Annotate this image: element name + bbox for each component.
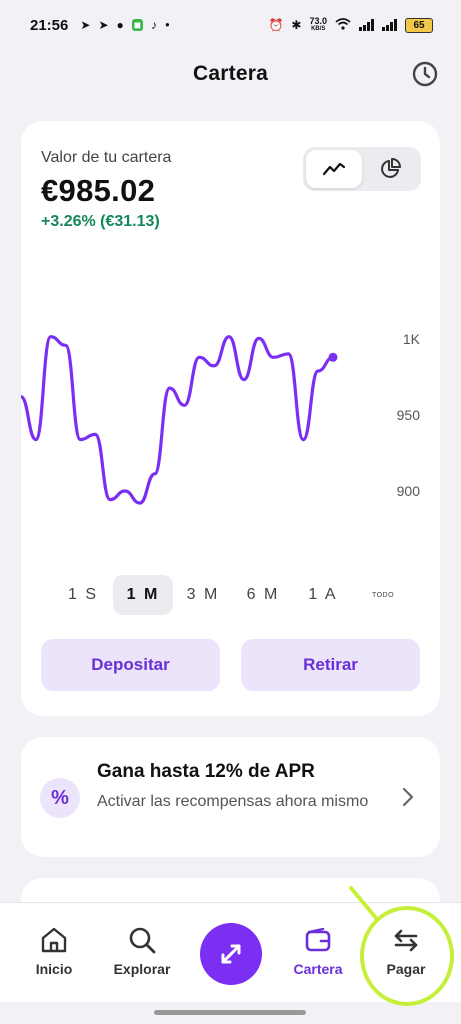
pie-chart-icon	[381, 158, 401, 178]
y-tick-label: 950	[396, 407, 420, 423]
period-3m[interactable]: 3 M	[173, 575, 233, 615]
network-speed: 73.0 KB/S	[309, 17, 327, 33]
telegram-icon: ➤	[80, 18, 91, 32]
nav-home[interactable]: Inicio	[14, 925, 94, 977]
percent-icon: %	[40, 778, 80, 818]
period-1a[interactable]: 1 A	[293, 575, 353, 615]
more-dot-icon: ●	[165, 20, 170, 29]
apr-promo-title: Gana hasta 12% de APR	[97, 761, 315, 782]
home-icon	[41, 927, 67, 953]
period-6m[interactable]: 6 M	[233, 575, 293, 615]
chart-last-point	[328, 352, 338, 362]
withdraw-button[interactable]: Retirar	[241, 639, 420, 691]
deposit-button[interactable]: Depositar	[41, 639, 220, 691]
signal-icon	[382, 19, 397, 31]
page-title: Cartera	[193, 62, 268, 85]
network-speed-unit: KB/S	[311, 26, 326, 32]
page-header: Cartera	[0, 50, 461, 98]
chart-series-line	[21, 335, 335, 505]
network-speed-value: 73.0	[309, 16, 327, 26]
transfer-arrows-icon	[394, 929, 418, 952]
bluetooth-icon: ✱	[291, 18, 302, 32]
status-right: ⏰ ✱ 73.0 KB/S 65	[268, 17, 433, 33]
nav-portfolio-label: Cartera	[293, 961, 343, 977]
apr-promo-subtitle: Activar las recompensas ahora mismo	[97, 793, 369, 810]
swap-button[interactable]	[200, 923, 262, 985]
home-indicator	[154, 1010, 306, 1015]
portfolio-change: +3.26% (€31.13)	[41, 213, 160, 230]
wallet-icon	[305, 927, 331, 952]
alarm-icon: ⏰	[268, 18, 284, 32]
chart-view-toggle	[303, 147, 421, 191]
line-chart-icon	[322, 162, 346, 176]
portfolio-value-label: Valor de tu cartera	[41, 149, 172, 166]
period-all[interactable]: TODO	[353, 575, 413, 615]
portfolio-line-chart	[21, 335, 338, 505]
period-selector: 1 S 1 M 3 M 6 M 1 A TODO	[53, 575, 413, 615]
telegram-icon: ➤	[98, 18, 109, 32]
y-tick-label: 1K	[402, 331, 420, 347]
search-icon	[129, 927, 156, 954]
status-left: 21:56 ➤ ➤ ● ■ ♪ ●	[30, 17, 170, 34]
period-1m[interactable]: 1 M	[113, 575, 173, 615]
signal-icon	[359, 19, 374, 31]
app-notification-icon: ■	[131, 18, 143, 32]
portfolio-card: Valor de tu cartera €985.02 +3.26% (€31.…	[21, 121, 440, 716]
nav-home-label: Inicio	[35, 961, 73, 977]
battery-indicator: 65	[405, 17, 433, 33]
status-time: 21:56	[30, 16, 69, 34]
wifi-icon	[335, 18, 351, 32]
history-button[interactable]	[411, 60, 439, 88]
line-view-option[interactable]	[306, 150, 362, 188]
tiktok-icon: ♪	[151, 18, 157, 32]
nav-pay-label: Pagar	[386, 961, 426, 977]
nav-explore[interactable]: Explorar	[102, 925, 182, 977]
chat-bubble-icon: ●	[116, 18, 124, 32]
chevron-right-icon	[402, 787, 414, 807]
portfolio-value: €985.02	[41, 173, 156, 208]
nav-portfolio[interactable]: Cartera	[278, 925, 358, 977]
pie-view-option[interactable]	[362, 150, 418, 188]
nav-pay[interactable]: Pagar	[366, 925, 446, 977]
swap-arrows-icon	[221, 944, 241, 964]
bottom-navigation: Inicio Explorar Cartera Pagar	[0, 902, 461, 1002]
apr-promo-card[interactable]: % Gana hasta 12% de APR Activar las reco…	[21, 737, 440, 857]
status-bar: 21:56 ➤ ➤ ● ■ ♪ ● ⏰ ✱ 73.0 KB/S 65	[0, 0, 461, 50]
clock-icon	[412, 61, 438, 87]
period-1s[interactable]: 1 S	[53, 575, 113, 615]
y-tick-label: 900	[396, 483, 420, 499]
nav-explore-label: Explorar	[113, 961, 171, 977]
